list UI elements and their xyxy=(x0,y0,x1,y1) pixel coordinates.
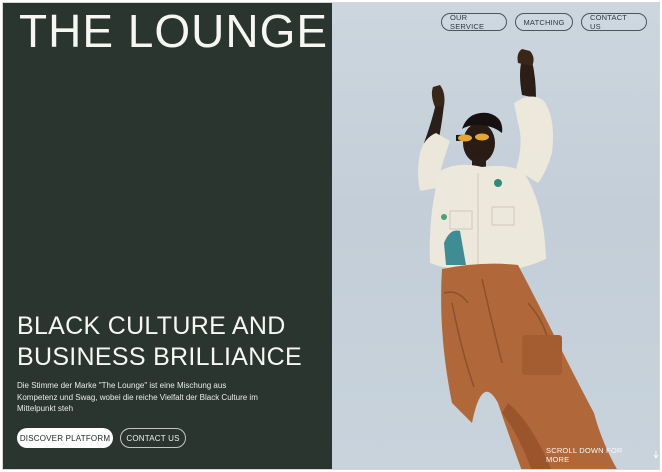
arrow-down-icon xyxy=(653,451,659,459)
hero-headline-line-1: BLACK CULTURE AND xyxy=(17,312,286,340)
page-frame: THE LOUNGE BLACK CULTURE AND BUSINESS BR… xyxy=(2,2,660,470)
nav-our-service[interactable]: OUR SERVICE xyxy=(441,13,507,31)
hero-description: Die Stimme der Marke "The Lounge" ist ei… xyxy=(17,381,258,413)
brand-logo-text[interactable]: THE LOUNGE xyxy=(19,5,328,57)
nav-matching[interactable]: MATCHING xyxy=(515,13,573,31)
discover-platform-button[interactable]: DISCOVER PLATFORM xyxy=(17,428,113,448)
hero-headline: BLACK CULTURE AND BUSINESS BRILLIANCE xyxy=(17,311,302,373)
contact-us-button[interactable]: CONTACT US xyxy=(120,428,186,448)
scroll-down-label: SCROLL DOWN FOR MORE xyxy=(546,446,623,464)
hero-panel: THE LOUNGE BLACK CULTURE AND BUSINESS BR… xyxy=(3,3,332,469)
hero-image-panel: OUR SERVICE MATCHING CONTACT US SCROLL D… xyxy=(332,3,659,469)
scroll-down-hint[interactable]: SCROLL DOWN FOR MORE xyxy=(546,446,659,464)
hero-headline-line-2: BUSINESS BRILLIANCE xyxy=(17,343,302,371)
top-nav: OUR SERVICE MATCHING CONTACT US xyxy=(441,13,647,31)
hero-photo-person xyxy=(418,49,617,469)
nav-contact-us[interactable]: CONTACT US xyxy=(581,13,647,31)
